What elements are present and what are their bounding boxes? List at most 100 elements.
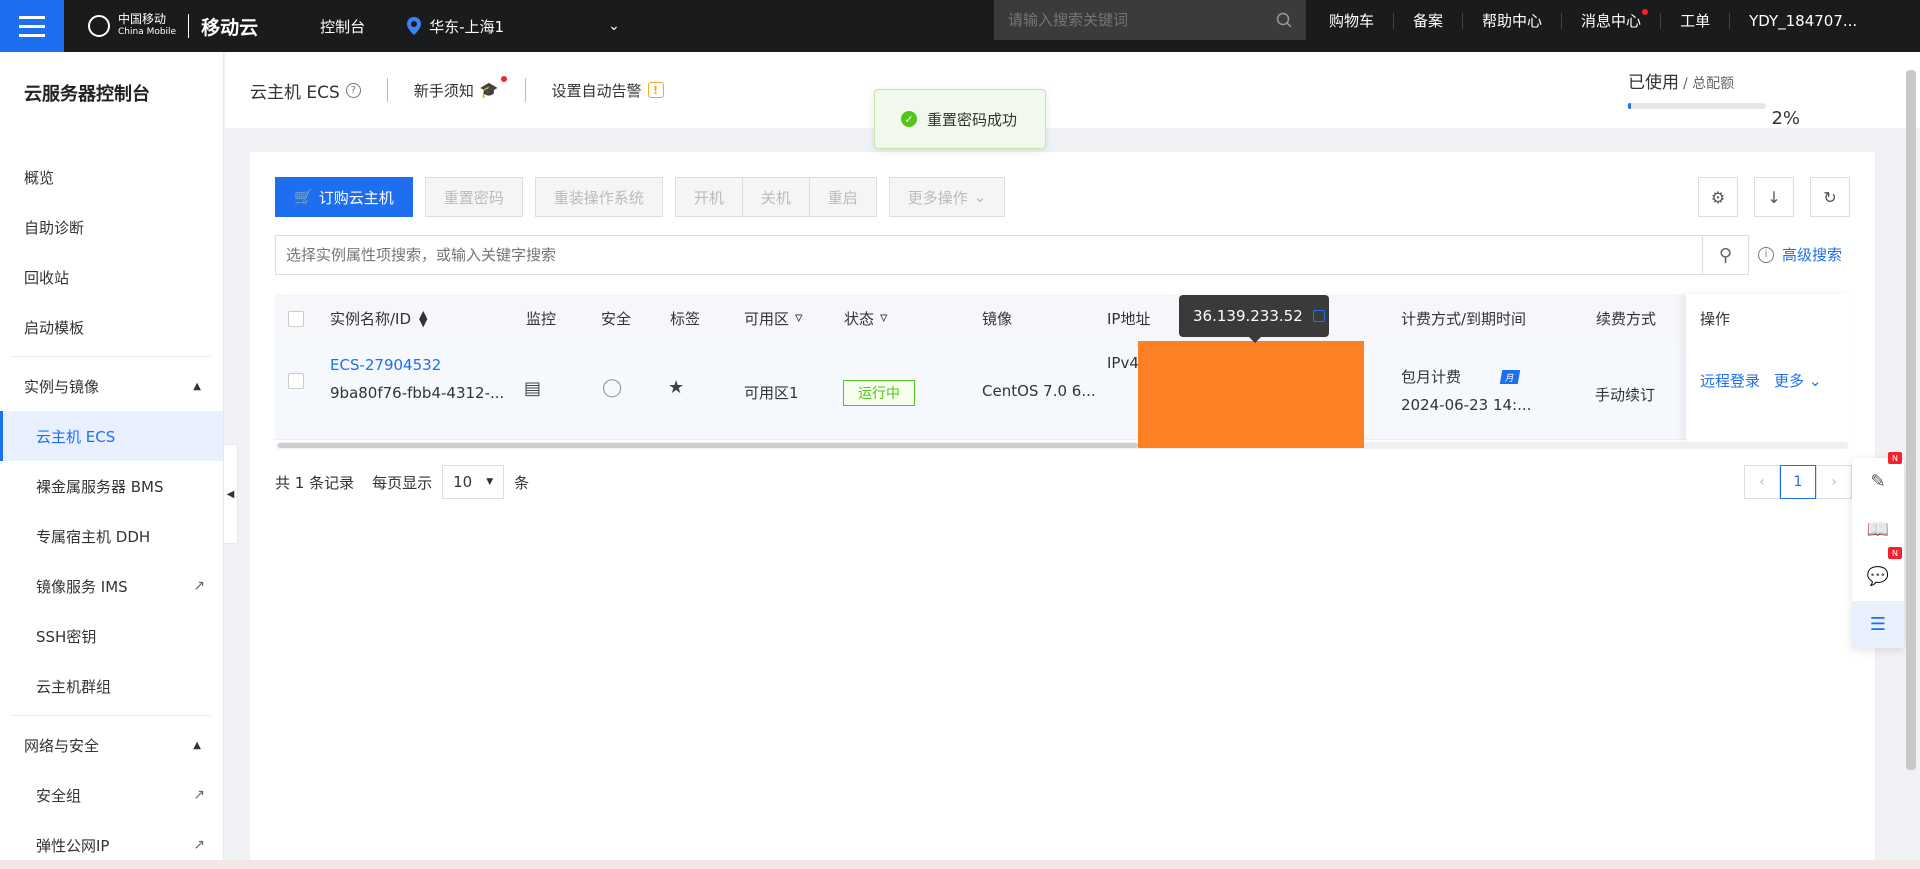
hamburger-menu-icon[interactable] [0, 0, 64, 52]
sidebar-item-bms[interactable]: 裸金属服务器 BMS [0, 461, 223, 511]
global-search-input[interactable] [1008, 11, 1276, 29]
remote-login-link[interactable]: 远程登录 [1700, 370, 1760, 391]
start-button[interactable]: 开机 [674, 177, 742, 217]
logo[interactable]: 中国移动 China Mobile 移动云 [88, 0, 258, 52]
sidebar-item-launch-template[interactable]: 启动模板 [0, 302, 223, 352]
more-label: 更多 [1774, 372, 1805, 390]
next-page-button[interactable]: › [1816, 465, 1852, 499]
usage-percent: 2% [1771, 108, 1800, 129]
copy-icon[interactable] [1312, 310, 1325, 322]
caret-left-icon: ◀ [226, 488, 235, 500]
external-link-icon: ↗ [193, 787, 205, 803]
caret-up-icon: ▲ [193, 739, 201, 751]
th-zone[interactable]: 可用区 ▿ [744, 308, 803, 329]
sidebar-item-ecs-group[interactable]: 云主机群组 [0, 661, 223, 711]
stop-button[interactable]: 关机 [741, 177, 809, 217]
sidebar-item-ssh-key[interactable]: SSH密钥 [0, 611, 223, 661]
instance-id: 9ba80f76-fbb4-4312-... [330, 384, 505, 402]
filing-link[interactable]: 备案 [1394, 13, 1464, 29]
edit-pencil-icon[interactable]: ✎ N [1852, 452, 1904, 506]
sidebar-item-overview[interactable]: 概览 [0, 152, 223, 202]
info-icon: i [1758, 246, 1774, 263]
question-icon[interactable]: ? [345, 82, 361, 98]
ip-tooltip-text: 36.139.233.52 [1193, 307, 1303, 325]
sidebar-item-recycle-bin[interactable]: 回收站 [0, 252, 223, 302]
more-actions-button[interactable]: 更多操作 ⌄ [888, 177, 1006, 217]
page-title: 云主机 ECS? [250, 78, 361, 103]
book-icon[interactable]: 📖 [1852, 506, 1904, 554]
th-security: 安全 [601, 310, 632, 328]
sidebar-item-label: 弹性公网IP [36, 836, 110, 855]
new-badge-icon: N [1888, 547, 1902, 559]
restart-button[interactable]: 重启 [808, 177, 877, 217]
unread-dot [500, 75, 507, 82]
vertical-scrollbar[interactable] [1906, 70, 1916, 770]
prev-page-button[interactable]: ‹ [1744, 465, 1780, 499]
page-size-select[interactable]: 10 ▼ [442, 465, 505, 499]
more-operations-link[interactable]: 更多 ⌄ [1774, 370, 1821, 391]
china-mobile-logo-icon [88, 15, 110, 37]
th-status[interactable]: 状态 ▿ [844, 308, 888, 329]
message-center-link[interactable]: 消息中心 [1562, 9, 1662, 30]
message-center-label: 消息中心 [1581, 12, 1642, 30]
reset-password-button[interactable]: 重置密码 [424, 177, 523, 217]
instance-search-input[interactable] [276, 236, 1702, 274]
top-navigation-bar: 中国移动 China Mobile 移动云 控制台 华东-上海1 ⌄ 购物车 备… [0, 0, 1920, 52]
sidebar-item-ims[interactable]: 镜像服务 IMS ↗ [0, 561, 223, 611]
page-1-button[interactable]: 1 [1780, 465, 1816, 499]
sidebar-collapse-handle[interactable]: ◀ [224, 444, 238, 544]
sidebar-group-label: 实例与镜像 [24, 377, 100, 396]
global-search[interactable] [994, 0, 1306, 40]
th-zone-label: 可用区 [744, 310, 790, 328]
horizontal-scrollbar[interactable] [278, 443, 1138, 448]
instance-search: ⚲ [275, 235, 1749, 275]
sidebar-group-instances[interactable]: 实例与镜像 ▲ [0, 361, 223, 411]
cart-link[interactable]: 购物车 [1310, 13, 1395, 29]
search-icon[interactable] [1276, 12, 1292, 28]
sidebar-item-ecs[interactable]: 云主机 ECS [0, 411, 223, 461]
list-collapse-icon[interactable]: ☰ [1852, 600, 1904, 648]
image-value: CentOS 7.0 6... [982, 382, 1096, 400]
instance-name-link[interactable]: ECS-27904532 [330, 356, 441, 374]
download-icon[interactable]: ↓ [1754, 177, 1794, 217]
help-center-link[interactable]: 帮助中心 [1463, 13, 1563, 29]
user-account[interactable]: YDY_184707... [1730, 13, 1876, 29]
graduation-cap-icon: 🎓 [479, 81, 499, 99]
sidebar-item-diagnosis[interactable]: 自助诊断 [0, 202, 223, 252]
header-divider [386, 78, 388, 102]
sidebar-title: 云服务器控制台 [24, 84, 150, 105]
row-checkbox[interactable] [288, 373, 304, 389]
sidebar-item-security-group[interactable]: 安全组 ↗ [0, 770, 223, 820]
console-link[interactable]: 控制台 [320, 16, 365, 37]
reinstall-os-button[interactable]: 重装操作系统 [534, 177, 663, 217]
pagination-info: 共 1 条记录 每页显示 10 ▼ 条 [275, 465, 529, 499]
monitor-chart-icon[interactable]: ▤ [524, 378, 541, 399]
advanced-search-link[interactable]: i 高级搜索 [1758, 244, 1842, 265]
auto-alarm-link[interactable]: 设置自动告警! [552, 80, 664, 101]
region-selector[interactable]: 华东-上海1 ⌄ [407, 16, 620, 37]
floating-tools: ✎ N 📖 💬 N ☰ [1852, 452, 1904, 648]
usage-title: 已使用 / 总配额 [1628, 68, 1800, 93]
page-title-text: 云主机 ECS [250, 82, 340, 103]
th-status-label: 状态 [844, 310, 875, 328]
tag-icon[interactable]: ★ [668, 377, 684, 398]
chat-icon[interactable]: 💬 N [1852, 547, 1904, 601]
beginner-guide-link[interactable]: 新手须知 🎓 [414, 75, 507, 101]
more-actions-label: 更多操作 [907, 188, 968, 207]
sidebar-divider [12, 356, 211, 357]
ip-tooltip: 36.139.233.52 [1179, 295, 1329, 343]
order-ecs-button[interactable]: 🛒 订购云主机 [275, 177, 413, 217]
search-icon[interactable]: ⚲ [1702, 236, 1748, 274]
select-all-checkbox[interactable] [288, 311, 304, 327]
settings-gear-icon[interactable]: ⚙ [1698, 177, 1738, 217]
region-label: 华东-上海1 [429, 17, 505, 36]
sidebar-item-ddh[interactable]: 专属宿主机 DDH [0, 511, 223, 561]
ticket-link[interactable]: 工单 [1661, 13, 1731, 29]
th-name[interactable]: 实例名称/ID ▲ ▼ [330, 308, 428, 329]
operations-cell: 远程登录 更多 ⌄ [1700, 370, 1821, 391]
sidebar-group-network[interactable]: 网络与安全 ▲ [0, 720, 223, 770]
shield-icon[interactable]: ◯ [602, 377, 622, 398]
refresh-icon[interactable]: ↻ [1810, 177, 1850, 217]
th-renew: 续费方式 [1596, 310, 1657, 328]
chevron-down-icon: ⌄ [973, 188, 987, 206]
